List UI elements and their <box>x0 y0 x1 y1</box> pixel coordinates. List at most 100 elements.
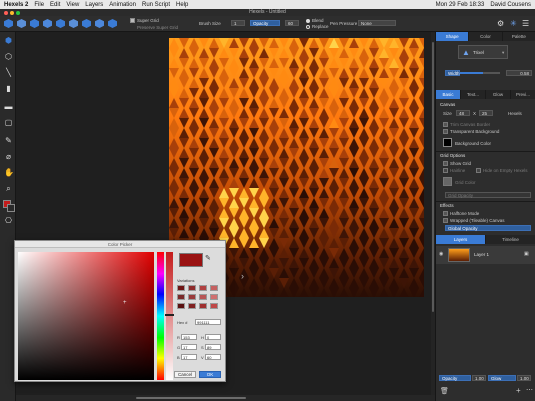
hex-mode-7-icon[interactable] <box>82 19 91 28</box>
trash-icon[interactable]: 🗑 <box>440 387 449 395</box>
tab-palette[interactable]: Palette <box>503 32 535 41</box>
layer-opacity-slider[interactable]: Opacity <box>439 375 471 381</box>
width-slider[interactable] <box>460 72 500 74</box>
hex-grid-icon[interactable]: ✳ <box>510 19 517 28</box>
color-variation-swatch[interactable] <box>177 285 185 291</box>
menu-edit[interactable]: Edit <box>50 2 60 8</box>
show-grid-checkbox[interactable] <box>443 161 448 166</box>
layer-row[interactable]: ◉ Layer 1 ▣ <box>436 246 535 264</box>
color-variation-swatch[interactable] <box>199 285 207 291</box>
menu-run-script[interactable]: Run Script <box>142 2 170 8</box>
layer-glow-field[interactable]: 1.00 <box>517 375 531 381</box>
saturation-value-field[interactable] <box>18 252 154 380</box>
menu-animation[interactable]: Animation <box>109 2 136 8</box>
r-field[interactable]: 153 <box>181 334 197 340</box>
grid-opacity-slider[interactable]: Grid Opacity <box>445 192 531 198</box>
color-variation-swatch[interactable] <box>188 303 196 309</box>
ok-button[interactable]: OK <box>199 371 221 378</box>
tab-color[interactable]: Color <box>469 32 503 41</box>
hex-mode-2-icon[interactable] <box>17 19 26 28</box>
zoom-icon[interactable]: ⌕ <box>4 184 13 193</box>
settings-icon[interactable]: ⚙ <box>497 19 504 28</box>
menu-view[interactable]: View <box>66 2 79 8</box>
layer-name[interactable]: Layer 1 <box>474 252 489 257</box>
color-variation-swatch[interactable] <box>199 303 207 309</box>
hex-mode-6-icon[interactable] <box>69 19 78 28</box>
color-variation-swatch[interactable] <box>199 294 207 300</box>
color-variation-swatch[interactable] <box>188 294 196 300</box>
fill-icon[interactable]: ▮ <box>4 84 13 93</box>
hex-tool-icon[interactable]: ⎔ <box>4 216 13 225</box>
blend-radio[interactable] <box>306 19 310 23</box>
tab-basic[interactable]: Basic <box>436 90 461 99</box>
opacity-slider[interactable]: Opacity <box>250 20 280 26</box>
b-field[interactable]: 17 <box>181 354 197 360</box>
hex-field[interactable]: 991111 <box>195 319 221 325</box>
tab-glow[interactable]: Glow <box>486 90 511 99</box>
color-variation-swatch[interactable] <box>210 285 218 291</box>
grid-color-swatch[interactable] <box>443 177 452 186</box>
global-opacity-slider[interactable]: Global Opacity <box>445 225 531 231</box>
layer-menu-icon[interactable]: ⋯ <box>526 386 533 394</box>
app-menu[interactable]: Hexels 2 <box>4 2 28 8</box>
hex-select-icon[interactable]: ⬢ <box>4 36 13 45</box>
menu-layers[interactable]: Layers <box>85 2 103 8</box>
horizontal-scrollbar[interactable] <box>16 395 435 401</box>
hue-slider[interactable] <box>157 252 164 380</box>
hex-mode-4-icon[interactable] <box>43 19 52 28</box>
s-field[interactable]: 89 <box>205 344 221 350</box>
color-variation-swatch[interactable] <box>188 285 196 291</box>
eraser-icon[interactable]: ▬ <box>4 102 13 111</box>
layer-glow-slider[interactable]: Glow <box>488 375 516 381</box>
panel-toggle-icon[interactable]: ☰ <box>522 19 529 28</box>
hex-mode-3-icon[interactable] <box>30 19 39 28</box>
color-variation-swatch[interactable] <box>210 303 218 309</box>
rect-icon[interactable]: ▢ <box>4 118 13 127</box>
close-window-icon[interactable] <box>4 11 8 15</box>
color-variation-swatch[interactable] <box>177 294 185 300</box>
add-layer-icon[interactable]: + <box>516 386 521 395</box>
width-field[interactable]: 0.58 <box>506 70 532 76</box>
secondary-color-swatch[interactable] <box>7 204 15 212</box>
halftone-checkbox[interactable] <box>443 211 448 216</box>
shape-select[interactable]: ▲ Trixel ▾ <box>458 45 508 59</box>
canvas-nav-arrow-icon[interactable]: › <box>241 271 244 281</box>
wrapped-canvas-checkbox[interactable] <box>443 218 448 223</box>
line-icon[interactable]: ╲ <box>4 68 13 77</box>
brush-size-field[interactable]: 1 <box>231 20 245 26</box>
hex-mode-5-icon[interactable] <box>56 19 65 28</box>
preserve-super-grid-label[interactable]: Preserve Super Grid <box>137 25 178 30</box>
color-picker-title[interactable]: Color Picker <box>15 241 225 248</box>
color-variation-swatch[interactable] <box>210 294 218 300</box>
menubar-user[interactable]: David Cousens <box>490 2 531 8</box>
size-height-field[interactable]: 25 <box>479 110 493 116</box>
minimize-window-icon[interactable] <box>10 11 14 15</box>
tab-preview[interactable]: Previ... <box>511 90 535 99</box>
tab-texture[interactable]: Text... <box>461 90 486 99</box>
hex-mode-8-icon[interactable] <box>95 19 104 28</box>
opacity-field[interactable]: 60 <box>285 20 299 26</box>
tab-timeline[interactable]: Timeline <box>486 235 535 244</box>
hide-empty-checkbox[interactable] <box>476 168 481 173</box>
vertical-scroll-thumb[interactable] <box>432 42 434 312</box>
lock-icon[interactable]: ▣ <box>524 251 529 257</box>
cancel-button[interactable]: Cancel <box>174 371 196 378</box>
pen-pressure-select[interactable]: None <box>358 20 396 26</box>
zoom-window-icon[interactable] <box>16 11 20 15</box>
hairline-checkbox[interactable] <box>443 168 448 173</box>
slider-handle[interactable] <box>165 314 174 316</box>
horizontal-scroll-thumb[interactable] <box>136 397 246 399</box>
background-color-swatch[interactable] <box>443 138 452 147</box>
v-field[interactable]: 60 <box>205 354 221 360</box>
color-variation-swatch[interactable] <box>177 303 185 309</box>
tab-layers[interactable]: Layers <box>436 235 486 244</box>
eyedropper-icon[interactable]: ✎ <box>205 254 211 262</box>
super-grid-checkbox[interactable] <box>130 18 135 23</box>
hand-icon[interactable]: ✋ <box>4 168 14 177</box>
hex-mode-9-icon[interactable] <box>108 19 117 28</box>
alpha-slider[interactable] <box>166 252 173 380</box>
trim-border-checkbox[interactable] <box>443 122 448 127</box>
layer-opacity-field[interactable]: 1.00 <box>472 375 486 381</box>
size-width-field[interactable]: 48 <box>456 110 470 116</box>
menu-help[interactable]: Help <box>176 2 188 8</box>
